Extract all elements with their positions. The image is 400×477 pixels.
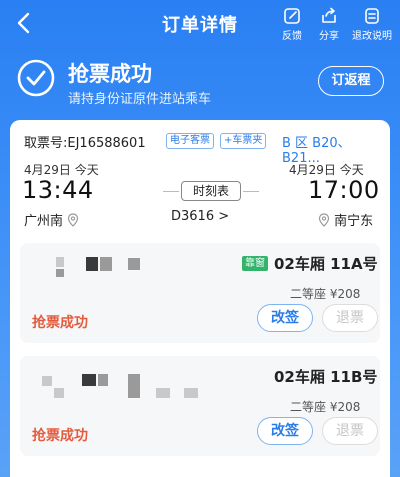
blurred-name [128, 258, 140, 270]
seat-number: 02车厢 11A号 [274, 255, 378, 273]
depart-station-name: 广州南 [24, 214, 64, 229]
share-label: 分享 [319, 31, 339, 42]
schedule-group: 时刻表 [163, 181, 259, 201]
order-info-row: 取票号:EJ16588601 电子客票 +车票夹 B 区 B20、B21... [24, 131, 384, 166]
feedback-edit-icon [284, 8, 300, 24]
change-ticket-button[interactable]: 改签 [257, 417, 313, 445]
train-number-link[interactable]: D3616 > [171, 209, 229, 224]
status-title: 抢票成功 [68, 62, 152, 86]
blurred-name [56, 257, 64, 267]
location-pin-icon [68, 213, 79, 227]
window-seat-badge: 靠窗 [242, 256, 268, 271]
document-icon [365, 8, 379, 24]
arrive-time: 17:00 [308, 176, 380, 204]
depart-time: 13:44 [22, 176, 94, 204]
arrive-station[interactable]: 南宁东 [318, 210, 373, 229]
ticket-wallet-tag[interactable]: +车票夹 [220, 133, 267, 149]
blurred-name [184, 388, 198, 398]
seat-class-price: 二等座 ¥208 [290, 287, 361, 301]
share-icon [322, 7, 336, 23]
refund-button[interactable]: 退票 [322, 304, 378, 332]
passenger-card: 靠窗 02车厢 11A号 二等座 ¥208 抢票成功 改签 退票 [20, 243, 380, 343]
depart-station[interactable]: 广州南 [24, 210, 79, 229]
refund-rules-label: 退改说明 [352, 31, 392, 42]
refund-button[interactable]: 退票 [322, 417, 378, 445]
location-pin-icon [318, 213, 330, 227]
refund-rules-button[interactable]: 退改说明 [350, 7, 394, 42]
blurred-name [100, 257, 112, 271]
blurred-name [54, 388, 64, 398]
schedule-line-right [243, 191, 259, 192]
blurred-name [56, 269, 64, 277]
header-bar: 订单详情 反馈 分享 退改说明 [0, 0, 400, 48]
passenger-card: 02车厢 11B号 二等座 ¥208 抢票成功 改签 退票 [20, 356, 380, 456]
ticket-number: 取票号:EJ16588601 [24, 136, 146, 151]
ticket-card: 取票号:EJ16588601 电子客票 +车票夹 B 区 B20、B21... … [10, 120, 390, 477]
share-button[interactable]: 分享 [309, 7, 349, 42]
status-subtitle: 请持身份证原件进站乘车 [68, 92, 212, 107]
seat-class-price: 二等座 ¥208 [290, 400, 361, 414]
blurred-name [42, 376, 52, 386]
blurred-name [82, 374, 96, 386]
arrive-station-name: 南宁东 [334, 214, 374, 229]
blurred-name [86, 257, 98, 271]
e-ticket-tag: 电子客票 [166, 133, 214, 149]
passenger-status: 抢票成功 [32, 428, 88, 444]
change-ticket-button[interactable]: 改签 [257, 304, 313, 332]
success-check-icon [16, 58, 56, 98]
seat-number: 02车厢 11B号 [274, 368, 378, 386]
blurred-name [128, 374, 140, 398]
schedule-line-left [163, 191, 179, 192]
blurred-name [98, 374, 108, 386]
order-status: 抢票成功 请持身份证原件进站乘车 订返程 [16, 58, 384, 110]
feedback-button[interactable]: 反馈 [272, 7, 312, 42]
schedule-button[interactable]: 时刻表 [181, 181, 241, 201]
blurred-name [156, 388, 170, 398]
passenger-status: 抢票成功 [32, 315, 88, 331]
feedback-label: 反馈 [282, 31, 302, 42]
book-return-button[interactable]: 订返程 [318, 66, 384, 96]
